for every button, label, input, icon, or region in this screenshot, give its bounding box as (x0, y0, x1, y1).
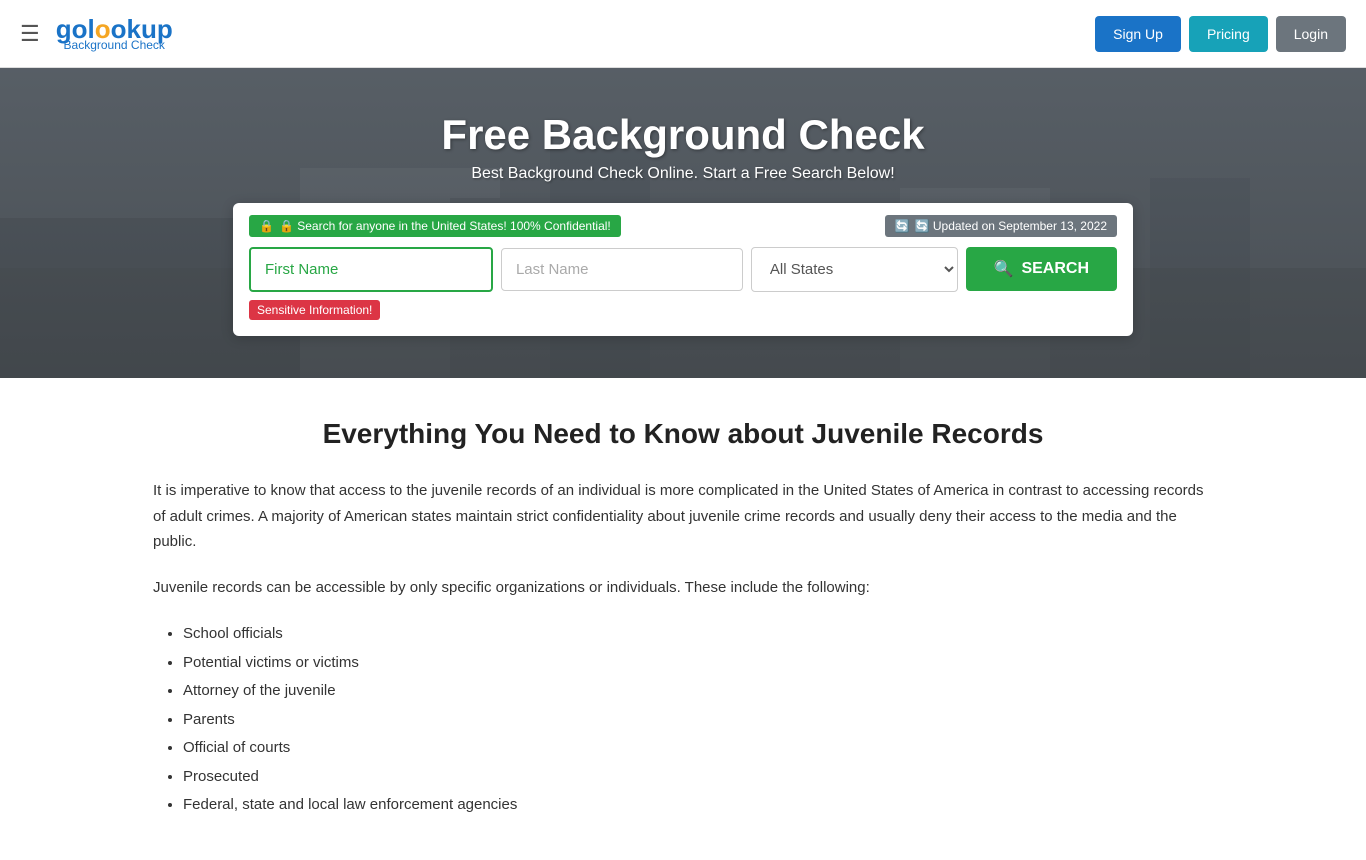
login-button[interactable]: Login (1276, 16, 1346, 52)
list-item: Attorney of the juvenile (183, 677, 1213, 706)
confidential-badge: 🔒 🔒 Search for anyone in the United Stat… (249, 215, 621, 237)
hamburger-menu-icon[interactable]: ☰ (20, 21, 40, 47)
main-content: Everything You Need to Know about Juveni… (133, 378, 1233, 860)
search-icon: 🔍 (994, 259, 1014, 279)
search-container: 🔒 🔒 Search for anyone in the United Stat… (233, 203, 1133, 336)
list-item: Potential victims or victims (183, 649, 1213, 678)
article-paragraph-2: Juvenile records can be accessible by on… (153, 575, 1213, 601)
list-item: Federal, state and local law enforcement… (183, 791, 1213, 820)
first-name-input[interactable] (249, 247, 493, 292)
article-title: Everything You Need to Know about Juveni… (153, 418, 1213, 450)
search-button[interactable]: 🔍 SEARCH (966, 247, 1117, 291)
search-fields: All States Alabama Alaska Arizona Arkans… (249, 247, 1117, 292)
hero-title: Free Background Check (441, 111, 924, 159)
header: ☰ golookup Background Check Sign Up Pric… (0, 0, 1366, 68)
article-paragraph-1: It is imperative to know that access to … (153, 478, 1213, 555)
state-select[interactable]: All States Alabama Alaska Arizona Arkans… (751, 247, 958, 292)
lock-icon: 🔒 (259, 219, 274, 233)
hero-subtitle: Best Background Check Online. Start a Fr… (471, 165, 894, 183)
signup-button[interactable]: Sign Up (1095, 16, 1181, 52)
search-button-label: SEARCH (1021, 260, 1089, 278)
updated-badge: 🔄 🔄 Updated on September 13, 2022 (885, 215, 1117, 237)
hero-section: Free Background Check Best Background Ch… (0, 68, 1366, 378)
list-item: Prosecuted (183, 763, 1213, 792)
header-right: Sign Up Pricing Login (1095, 16, 1346, 52)
last-name-input[interactable] (501, 248, 743, 291)
logo-subtitle: Background Check (56, 38, 173, 52)
list-item: Official of courts (183, 734, 1213, 763)
sensitive-badge: Sensitive Information! (249, 292, 1117, 320)
pricing-button[interactable]: Pricing (1189, 16, 1268, 52)
confidential-text: 🔒 Search for anyone in the United States… (279, 219, 611, 233)
logo[interactable]: golookup Background Check (56, 16, 173, 52)
refresh-icon: 🔄 (895, 219, 910, 233)
sensitive-badge-text: Sensitive Information! (249, 300, 380, 320)
list-item: School officials (183, 620, 1213, 649)
article-body: It is imperative to know that access to … (153, 478, 1213, 820)
search-top-bar: 🔒 🔒 Search for anyone in the United Stat… (249, 215, 1117, 237)
updated-text: 🔄 Updated on September 13, 2022 (915, 219, 1107, 233)
article-list: School officials Potential victims or vi… (183, 620, 1213, 820)
list-item: Parents (183, 706, 1213, 735)
header-left: ☰ golookup Background Check (20, 16, 173, 52)
